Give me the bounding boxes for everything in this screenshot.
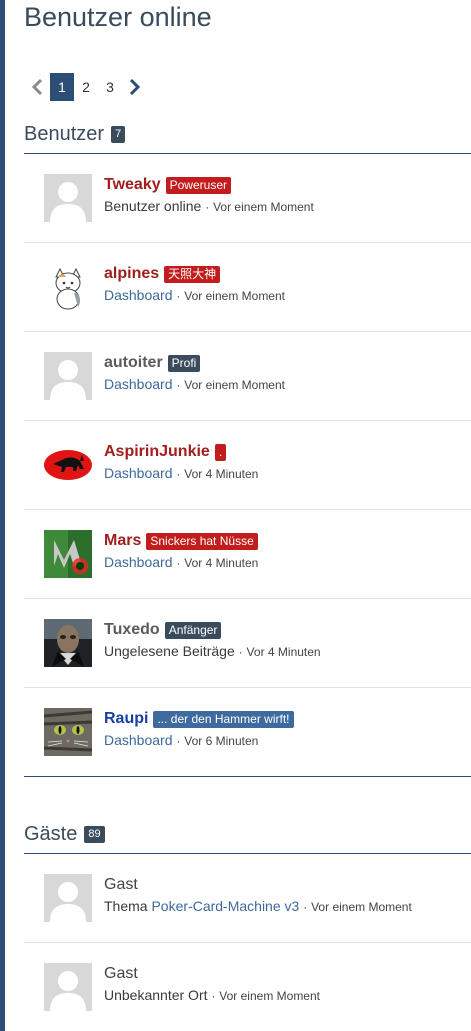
location-link[interactable]: Dashboard — [104, 465, 173, 481]
username-link[interactable]: Raupi — [104, 710, 148, 728]
separator: · — [205, 200, 210, 214]
avatar-default-icon[interactable] — [44, 174, 92, 222]
location-text: Unbekannter Ort — [104, 987, 208, 1003]
pagination: 1 2 3 — [24, 73, 148, 101]
avatar-default-icon — [44, 963, 92, 1011]
guests-list: Gast Thema Poker-Card-Machine v3 · Vor e… — [24, 854, 471, 1031]
username-link[interactable]: AspirinJunkie — [104, 443, 210, 461]
separator: · — [176, 734, 181, 748]
username-link[interactable]: alpines — [104, 265, 159, 283]
previous-page-icon[interactable] — [24, 73, 50, 101]
location-link[interactable]: Dashboard — [104, 376, 173, 392]
avatar-default-icon — [44, 874, 92, 922]
location-link[interactable]: Dashboard — [104, 732, 173, 748]
guests-section: Gäste 89 Gast Thema Poker-Card-Machine v… — [24, 819, 471, 1031]
separator: · — [176, 378, 181, 392]
username-link[interactable]: Tuxedo — [104, 621, 160, 639]
location-text: Benutzer online — [104, 198, 202, 214]
last-activity-time: Vor einem Moment — [219, 989, 320, 1003]
rank-badge: Profi — [167, 354, 201, 372]
page-title: Benutzer online — [24, 2, 212, 32]
location-text: Ungelesene Beiträge — [104, 643, 235, 659]
anteater-avatar-icon[interactable] — [44, 441, 92, 489]
last-activity-time: Vor einem Moment — [213, 200, 314, 214]
guest-name: Gast — [104, 876, 138, 893]
user-row-tuxedo: Tuxedo Anfänger Ungelesene Beiträge · Vo… — [24, 599, 471, 688]
rank-badge: 天照大神 — [164, 265, 221, 283]
separator: · — [303, 900, 308, 914]
last-activity-time: Vor 4 Minuten — [184, 467, 259, 481]
username-link[interactable]: autoiter — [104, 354, 163, 372]
users-count-badge: 7 — [111, 125, 126, 143]
location-link[interactable]: Dashboard — [104, 554, 173, 570]
rank-badge: Anfänger — [164, 621, 222, 639]
rank-badge: Poweruser — [165, 176, 231, 194]
cat-avatar-icon[interactable] — [44, 263, 92, 311]
separator: · — [176, 289, 181, 303]
cat-face-avatar-icon[interactable] — [44, 708, 92, 756]
last-activity-time: Vor 4 Minuten — [246, 645, 321, 659]
rank-badge: ... der den Hammer wirft! — [153, 710, 294, 728]
last-activity-time: Vor einem Moment — [184, 378, 285, 392]
page-link-1[interactable]: 1 — [50, 73, 74, 101]
last-activity-time: Vor einem Moment — [311, 900, 412, 914]
guests-section-title: Gäste — [24, 822, 78, 845]
separator: · — [176, 467, 181, 481]
users-list: Tweaky Poweruser Benutzer online · Vor e… — [24, 154, 471, 777]
location-link[interactable]: Dashboard — [104, 287, 173, 303]
page-link-3[interactable]: 3 — [98, 73, 122, 101]
guest-row: Gast Unbekannter Ort · Vor einem Moment — [24, 943, 471, 1031]
users-section-header: Benutzer 7 — [24, 119, 471, 149]
guest-row: Gast Thema Poker-Card-Machine v3 · Vor e… — [24, 854, 471, 943]
user-row-mars: Mars Snickers hat Nüsse Dashboard · Vor … — [24, 510, 471, 599]
user-row-aspirinjunkie: AspirinJunkie . Dashboard · Vor 4 Minute… — [24, 421, 471, 510]
user-row-raupi: Raupi ... der den Hammer wirft! Dashboar… — [24, 688, 471, 777]
user-row-autoiter: autoiter Profi Dashboard · Vor einem Mom… — [24, 332, 471, 421]
users-section-title: Benutzer — [24, 122, 105, 145]
separator: · — [176, 556, 181, 570]
mars-avatar-icon[interactable] — [44, 530, 92, 578]
user-row-tweaky: Tweaky Poweruser Benutzer online · Vor e… — [24, 154, 471, 243]
separator: · — [211, 989, 216, 1003]
avatar-default-icon[interactable] — [44, 352, 92, 400]
rank-badge: . — [214, 443, 227, 461]
user-row-alpines: alpines 天照大神 Dashboard · Vor einem Momen… — [24, 243, 471, 332]
thread-link[interactable]: Poker-Card-Machine v3 — [151, 898, 299, 914]
guest-name: Gast — [104, 965, 138, 982]
users-section: Benutzer 7 Tweaky Poweruser Benutzer onl… — [24, 119, 471, 777]
guests-count-badge: 89 — [84, 825, 105, 843]
last-activity-time: Vor einem Moment — [184, 289, 285, 303]
rank-badge: Snickers hat Nüsse — [146, 532, 258, 550]
left-accent-bar — [0, 0, 5, 1031]
alien-avatar-icon[interactable] — [44, 619, 92, 667]
location-prefix: Thema — [104, 898, 148, 914]
guests-section-header: Gäste 89 — [24, 819, 471, 849]
page-link-2[interactable]: 2 — [74, 73, 98, 101]
username-link[interactable]: Tweaky — [104, 176, 161, 194]
last-activity-time: Vor 4 Minuten — [184, 556, 259, 570]
separator: · — [238, 645, 243, 659]
username-link[interactable]: Mars — [104, 532, 141, 550]
last-activity-time: Vor 6 Minuten — [184, 734, 259, 748]
next-page-icon[interactable] — [122, 73, 148, 101]
